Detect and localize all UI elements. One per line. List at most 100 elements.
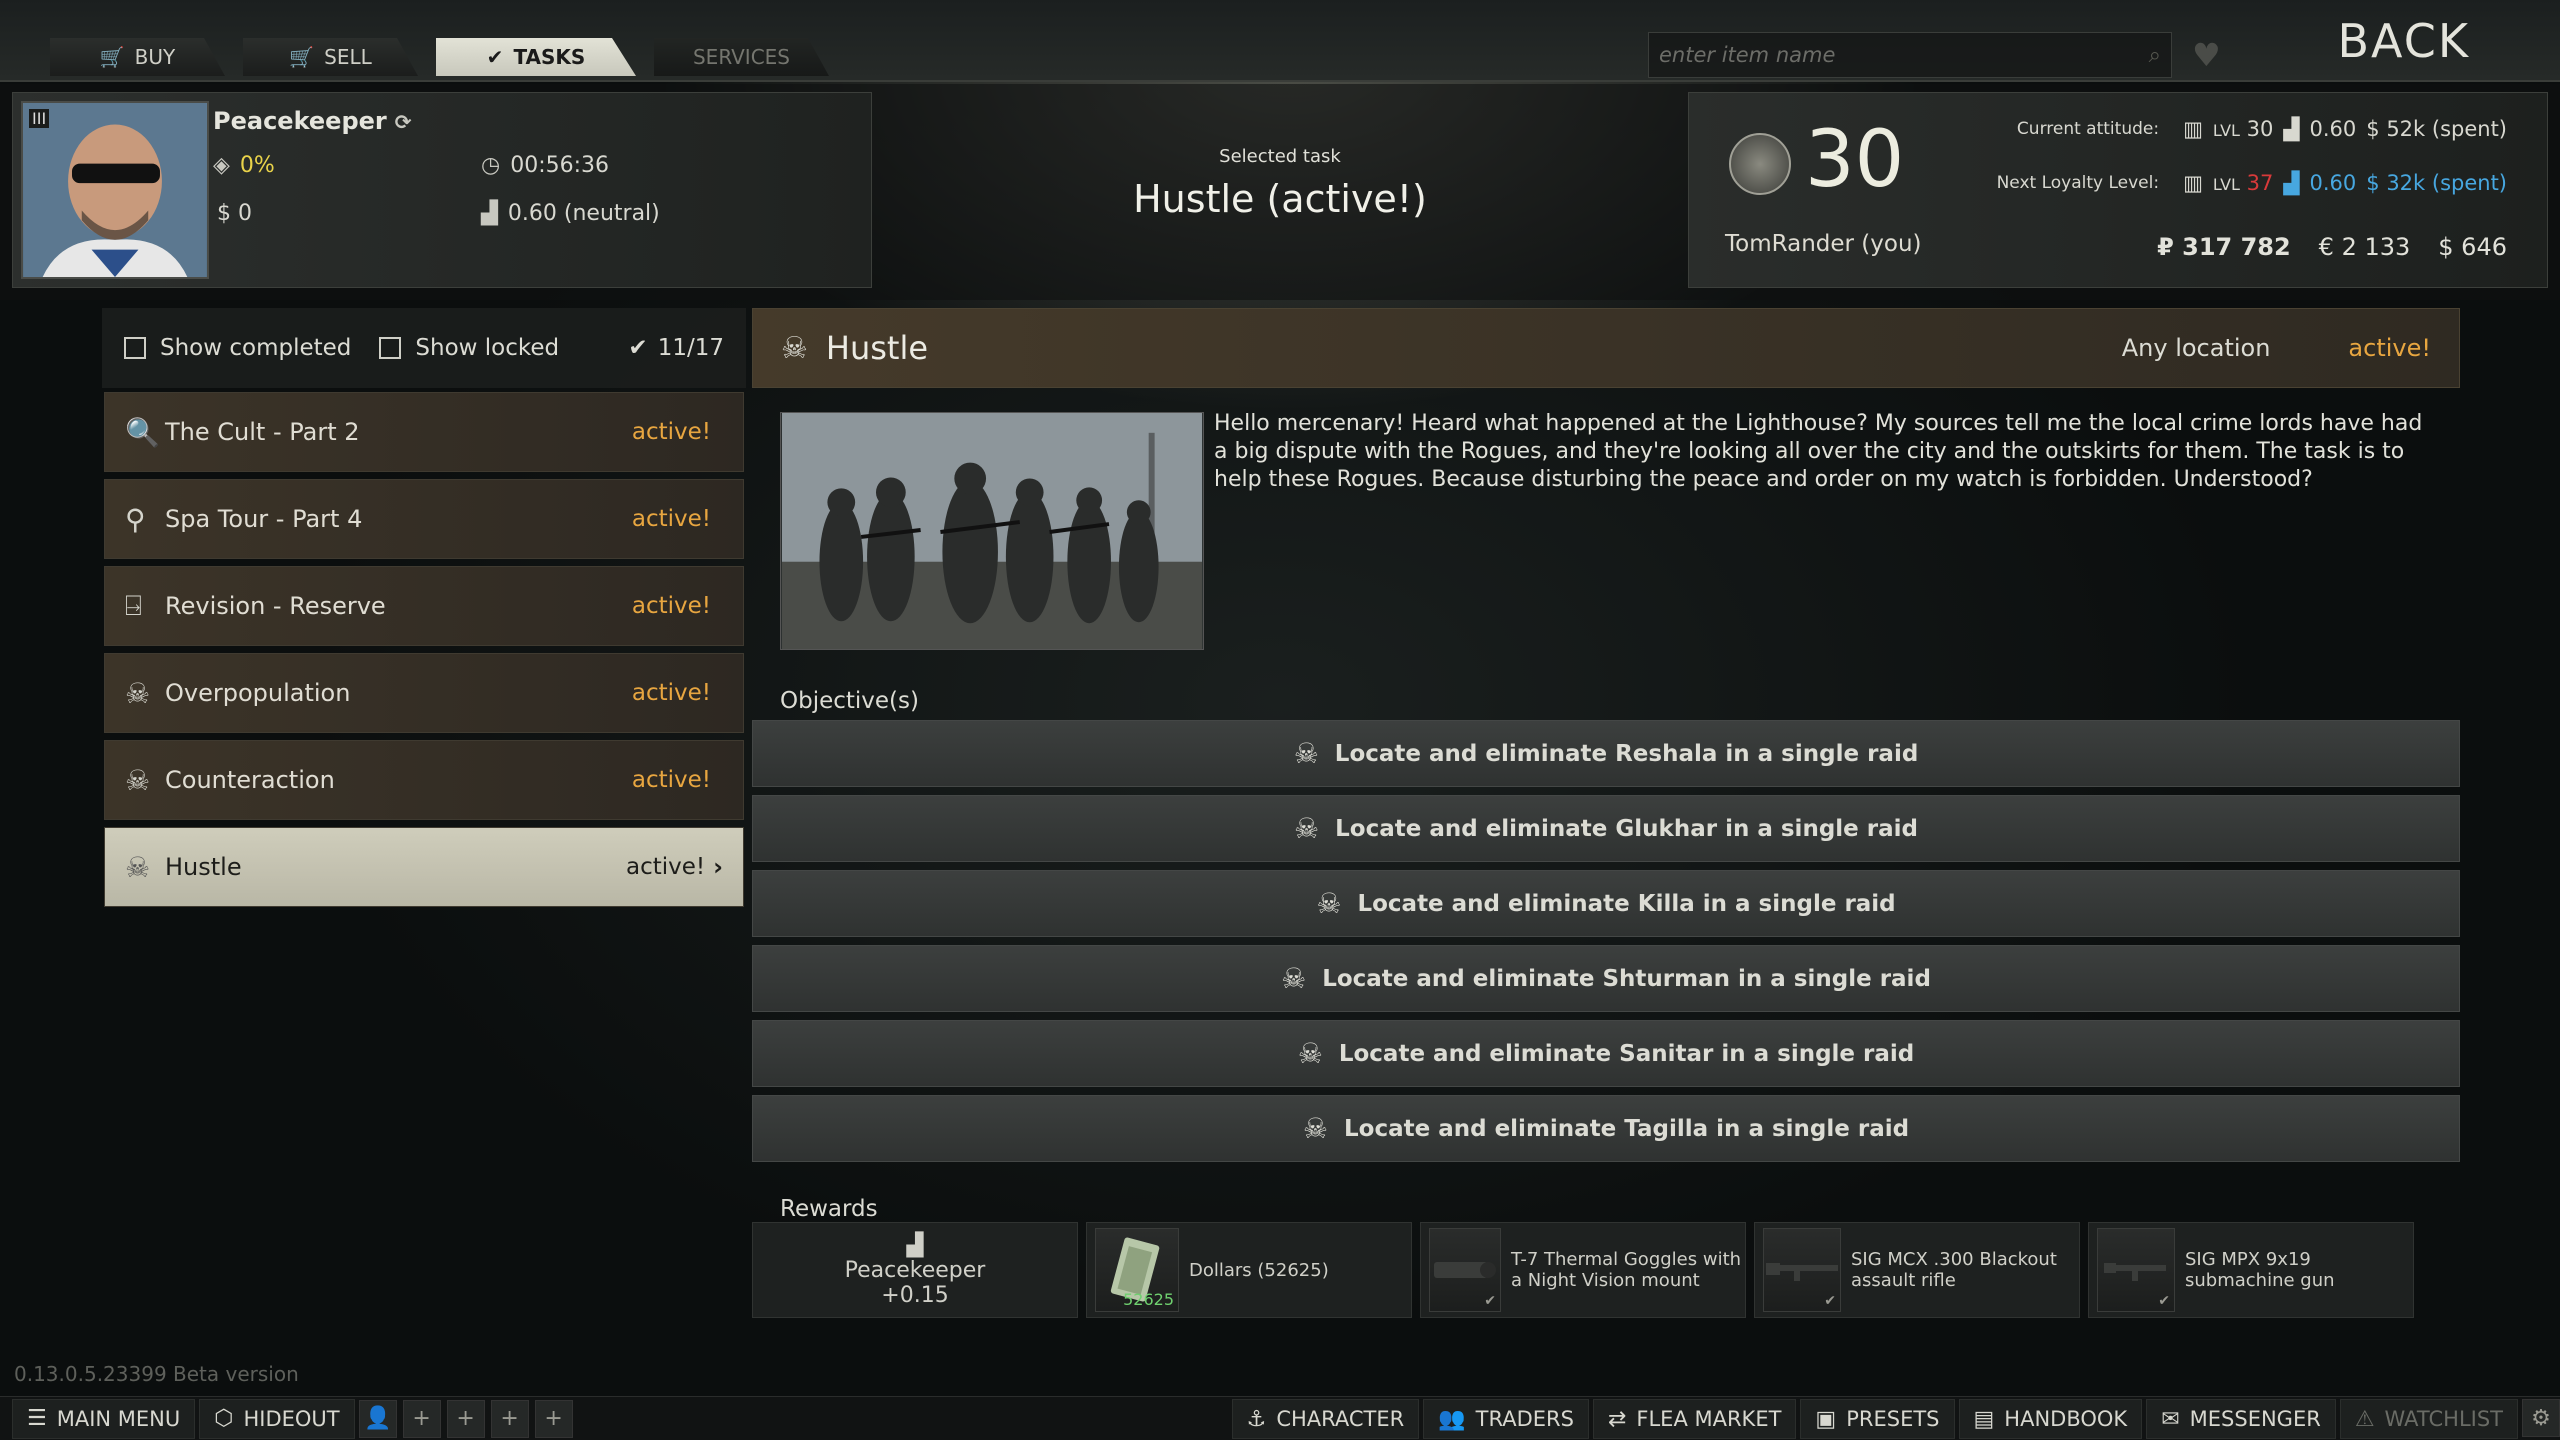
- bottom-bar: ☰ MAIN MENU ⬡ HIDEOUT 👤 + + + + ⚓ CHARACTER…: [0, 1396, 2560, 1440]
- rank-badge: III: [29, 109, 50, 128]
- add-member-icon[interactable]: +: [490, 1399, 529, 1438]
- rewards-list: ▟ Peacekeeper +0.15 52625 Dollars (52625…: [752, 1222, 2440, 1318]
- watchlist-button[interactable]: ⚠ WATCHLIST: [2339, 1399, 2518, 1439]
- trader-card: III Peacekeeper ⟳ ◈ 0% ◷ 00:56:36 $ 0 ▟ 0.60…: [12, 92, 872, 288]
- character-button[interactable]: ⚓ CHARACTER: [1231, 1399, 1420, 1439]
- trader-tabs: 🛒 BUY 🛒 SELL ✔ TASKS SERVICES: [50, 38, 847, 78]
- skull-icon: ☠: [125, 676, 151, 710]
- hideout-icon: ⬡: [214, 1406, 234, 1431]
- search-icon[interactable]: ⌕: [2149, 43, 2161, 68]
- tab-buy[interactable]: 🛒 BUY: [50, 38, 225, 76]
- message-icon: ✉: [2161, 1406, 2180, 1432]
- trader-portrait-image: [23, 103, 207, 277]
- reward-sig-mcx[interactable]: ✔ SIG MCX .300 Blackout assault rifle: [1754, 1222, 2080, 1318]
- trader-name: Peacekeeper ⟳: [213, 107, 412, 135]
- task-filters: Show completed Show locked ✔ 11/17: [102, 308, 746, 388]
- objective-item: ☠ Locate and eliminate Reshala in a singl…: [752, 720, 2460, 787]
- checkbox[interactable]: [124, 337, 146, 359]
- cart-icon: 🛒: [289, 45, 315, 69]
- trader-dollars: $ 0: [217, 201, 252, 226]
- objective-item: ☠ Locate and eliminate Shturman in a sing…: [752, 945, 2460, 1012]
- current-attitude: Current attitude: ▥ LVL 30 ▟ 0.60 $ 52k …: [2016, 117, 2507, 141]
- player-money: ₽ 317 782 € 2 133 $ 646: [2157, 233, 2507, 261]
- skull-icon: ☠: [125, 763, 151, 797]
- location-pin-icon: ⚲: [125, 502, 146, 536]
- search-input[interactable]: [1659, 43, 2149, 67]
- task-item-counteraction[interactable]: ☠ Counteraction active!: [104, 740, 744, 820]
- add-member-icon[interactable]: +: [446, 1399, 485, 1438]
- task-item-the-cult[interactable]: 🔍 The Cult - Part 2 active!: [104, 392, 744, 472]
- task-status: active!: [2348, 334, 2431, 362]
- task-item-revision-reserve[interactable]: ⍈ Revision - Reserve active!: [104, 566, 744, 646]
- task-item-spa-tour[interactable]: ⚲ Spa Tour - Part 4 active!: [104, 479, 744, 559]
- standing-icon: ▟: [906, 1232, 924, 1258]
- messenger-button[interactable]: ✉ MESSENGER: [2146, 1399, 2336, 1439]
- show-completed-checkbox[interactable]: Show completed: [124, 335, 351, 361]
- skull-icon: ☠: [1293, 737, 1319, 770]
- show-locked-checkbox[interactable]: Show locked: [379, 335, 559, 361]
- objective-item: ☠ Locate and eliminate Killa in a single …: [752, 870, 2460, 937]
- standing-icon: ▟: [2283, 117, 2300, 141]
- flea-market-button[interactable]: ⇄ FLEA MARKET: [1592, 1399, 1797, 1439]
- rank-icon: ▥: [2183, 171, 2203, 195]
- player-emblem-icon: [1729, 133, 1791, 195]
- euros-balance: € 2 133: [2318, 233, 2411, 261]
- presets-button[interactable]: ▣ PRESETS: [1800, 1399, 1955, 1439]
- objective-item: ☠ Locate and eliminate Glukhar in a singl…: [752, 795, 2460, 862]
- warning-icon: ⚠: [2354, 1406, 2375, 1432]
- check-circle-icon: ✔: [2158, 1293, 2170, 1309]
- heart-icon[interactable]: ♥: [2192, 36, 2221, 74]
- hideout-button[interactable]: ⬡ HIDEOUT: [199, 1398, 355, 1439]
- add-member-icon[interactable]: +: [402, 1399, 441, 1438]
- tab-sell[interactable]: 🛒 SELL: [243, 38, 418, 76]
- book-icon: ▤: [1973, 1406, 1995, 1432]
- reward-sig-mpx[interactable]: ✔ SIG MPX 9x19 submachine gun: [2088, 1222, 2414, 1318]
- next-loyalty-level: Next Loyalty Level: ▥ LVL 37 ▟ 0.60 $ 32…: [1996, 171, 2507, 195]
- version-label: 0.13.0.5.23399 Beta version: [14, 1362, 299, 1386]
- skull-icon: ☠: [1316, 887, 1342, 920]
- skull-icon: ☠: [1294, 812, 1320, 845]
- main-menu-button[interactable]: ☰ MAIN MENU: [12, 1398, 196, 1439]
- task-illustration: [781, 413, 1203, 649]
- checkbox[interactable]: [379, 337, 402, 359]
- objective-item: ☠ Locate and eliminate Tagilla in a singl…: [752, 1095, 2460, 1162]
- skull-icon: ☠: [1302, 1112, 1328, 1145]
- settings-gear-icon[interactable]: ⚙: [2522, 1399, 2560, 1437]
- reward-cash[interactable]: 52625 Dollars (52625): [1086, 1222, 1412, 1318]
- add-member-icon[interactable]: +: [534, 1399, 573, 1438]
- task-item-hustle[interactable]: ☠ Hustle active! ›: [104, 827, 744, 907]
- refresh-icon[interactable]: ⟳: [395, 110, 412, 134]
- trader-timer: ◷ 00:56:36: [481, 153, 610, 178]
- reward-standing: ▟ Peacekeeper +0.15: [752, 1222, 1078, 1318]
- check-circle-icon: ✔: [628, 335, 648, 361]
- tab-services[interactable]: SERVICES: [654, 38, 829, 76]
- roubles-balance: ₽ 317 782: [2157, 233, 2291, 261]
- task-location: Any location: [2121, 334, 2271, 362]
- chevron-right-icon: ›: [713, 853, 723, 881]
- cart-icon: 🛒: [99, 45, 125, 69]
- task-item-overpopulation[interactable]: ☠ Overpopulation active!: [104, 653, 744, 733]
- task-description: Hello mercenary! Heard what happened at …: [1214, 411, 2423, 492]
- selected-task-title: Hustle (active!): [1133, 177, 1427, 221]
- menu-icon: ☰: [27, 1406, 47, 1431]
- trader-percent: ◈ 0%: [213, 153, 275, 178]
- standing-icon: ▟: [481, 201, 498, 226]
- dollars-balance: $ 646: [2438, 233, 2507, 261]
- reward-thermal-goggles[interactable]: ✔ T-7 Thermal Goggles with a Night Visio…: [1420, 1222, 1746, 1318]
- item-search: ⌕: [1648, 32, 2172, 78]
- traders-button[interactable]: 👥 TRADERS: [1423, 1399, 1589, 1439]
- goggles-icon: ✔: [1429, 1228, 1501, 1312]
- presets-icon: ▣: [1815, 1406, 1837, 1432]
- tab-tasks[interactable]: ✔ TASKS: [436, 38, 636, 76]
- objectives-label: Objective(s): [780, 688, 919, 714]
- handbook-button[interactable]: ▤ HANDBOOK: [1958, 1399, 2143, 1439]
- trader-portrait: [21, 101, 209, 279]
- gamepad-icon: ◈: [213, 153, 230, 178]
- group-member-icon[interactable]: 👤: [358, 1399, 397, 1438]
- task-image: [780, 412, 1204, 650]
- skull-icon: ☠: [1281, 962, 1307, 995]
- back-button[interactable]: BACK: [2337, 14, 2470, 68]
- player-level: 30: [1805, 115, 1905, 205]
- trader-standing: ▟ 0.60 (neutral): [481, 201, 660, 226]
- exit-icon: ⍈: [125, 589, 142, 622]
